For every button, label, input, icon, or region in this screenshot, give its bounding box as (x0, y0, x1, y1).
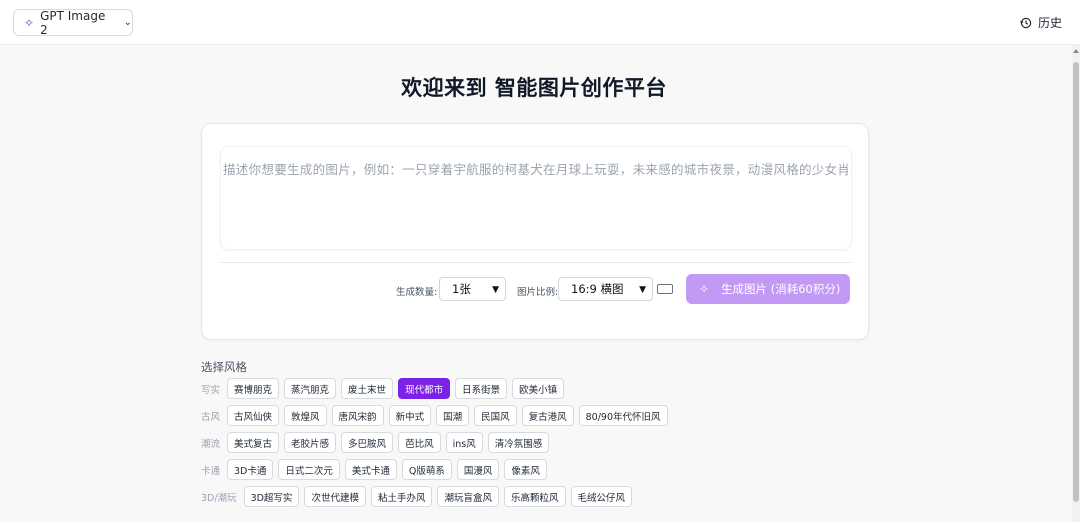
style-chip[interactable]: 国漫风 (456, 459, 500, 480)
style-chip[interactable]: 多巴胺风 (341, 432, 394, 453)
style-chip[interactable]: 赛博朋克 (227, 378, 280, 399)
style-chip[interactable]: 芭比风 (398, 432, 441, 453)
page-title: 欢迎来到 智能图片创作平台 (401, 76, 667, 100)
style-chip[interactable]: 蒸汽朋克 (284, 378, 337, 399)
style-chip[interactable]: 欧美小镇 (512, 378, 565, 399)
style-chip[interactable]: Q版萌系 (401, 459, 452, 480)
style-row: 卡通 3D卡通 日式二次元 美式卡通 Q版萌系 国漫风 像素风 (201, 459, 552, 480)
generate-button[interactable]: ✧ 生成图片 (消耗60积分) (686, 274, 850, 304)
style-chip[interactable]: 次世代建模 (304, 486, 366, 507)
style-chip[interactable]: 国潮 (436, 405, 470, 426)
style-category-label: 卡通 (201, 465, 221, 477)
style-chip[interactable]: ins风 (445, 432, 483, 453)
style-chip[interactable]: 复古港风 (521, 405, 574, 426)
prompt-card: 描述你想要生成的图片，例如：一只穿着宇航服的柯基犬在月球上玩耍，未来感的城市夜景… (201, 123, 869, 340)
style-row: 写实 赛博朋克 蒸汽朋克 废土末世 现代都市 日系街景 欧美小镇 (201, 378, 569, 399)
style-chip[interactable]: 像素风 (504, 459, 547, 480)
style-category-label: 3D/潮玩 (201, 492, 237, 504)
style-chip[interactable]: 日式二次元 (278, 459, 340, 480)
style-section-title: 选择风格 (201, 360, 247, 374)
sparkle-icon: ✧ (24, 15, 35, 30)
style-chip[interactable]: 3D超写实 (243, 486, 300, 507)
scrollbar-thumb[interactable] (1073, 62, 1079, 502)
style-chip[interactable]: 80/90年代怀旧风 (578, 405, 668, 426)
style-row: 潮流 美式复古 老胶片感 多巴胺风 芭比风 ins风 清冷氛围感 (201, 432, 554, 453)
style-chip[interactable]: 美式复古 (227, 432, 280, 453)
count-value: 1张 (452, 282, 471, 296)
style-chip[interactable]: 乐高颗粒风 (503, 486, 566, 507)
chevron-down-icon: ▼ (639, 285, 646, 295)
scroll-up-arrow[interactable] (1073, 49, 1079, 53)
chevron-down-icon: ▼ (492, 285, 499, 295)
top-bar: ✧ GPT Image 2 ⌄ 历史 (0, 0, 1080, 45)
aspect-ratio-icon (657, 284, 673, 294)
style-chip[interactable]: 新中式 (388, 405, 432, 426)
count-select[interactable]: 1张 ▼ (439, 277, 506, 301)
model-label: GPT Image 2 (40, 8, 106, 37)
style-chip[interactable]: 粘土手办风 (370, 486, 433, 507)
ratio-label: 图片比例: (517, 287, 559, 298)
style-chip[interactable]: 废土末世 (341, 378, 394, 399)
history-label: 历史 (1037, 16, 1062, 30)
style-chip[interactable]: 唐风宋韵 (331, 405, 384, 426)
style-chip[interactable]: 清冷氛围感 (487, 432, 550, 453)
style-chip[interactable]: 毛绒公仔风 (570, 486, 633, 507)
style-chip[interactable]: 3D卡通 (227, 459, 274, 480)
style-chip[interactable]: 古风仙侠 (227, 405, 280, 426)
style-row: 3D/潮玩 3D超写实 次世代建模 粘土手办风 潮玩盲盒风 乐高颗粒风 毛绒公仔风 (201, 486, 637, 507)
style-category-label: 潮流 (201, 438, 221, 450)
style-category-label: 古风 (201, 411, 221, 423)
style-chip[interactable]: 日系街景 (455, 378, 508, 399)
style-chip[interactable]: 潮玩盲盒风 (437, 486, 499, 507)
generate-label: 生成图片 (消耗60积分) (721, 282, 841, 296)
count-label: 生成数量: (396, 287, 438, 298)
sparkle-icon: ✧ (699, 282, 710, 296)
style-chip[interactable]: 美式卡通 (344, 459, 397, 480)
ratio-select[interactable]: 16:9 横图 ▼ (558, 277, 653, 301)
style-category-label: 写实 (201, 384, 221, 396)
ratio-value: 16:9 横图 (571, 282, 624, 296)
model-selector[interactable]: ✧ GPT Image 2 ⌄ (13, 8, 133, 37)
history-button[interactable]: 历史 (1020, 14, 1062, 31)
chevron-down-icon: ⌄ (123, 17, 132, 28)
style-chip[interactable]: 敦煌风 (284, 405, 327, 426)
style-row: 古风 古风仙侠 敦煌风 唐风宋韵 新中式 国潮 民国风 复古港风 80/90年代怀旧风 (201, 405, 673, 426)
prompt-textarea[interactable]: 描述你想要生成的图片，例如：一只穿着宇航服的柯基犬在月球上玩耍，未来感的城市夜景… (220, 146, 852, 250)
divider (220, 262, 852, 263)
style-chip[interactable]: 民国风 (474, 405, 517, 426)
style-chip[interactable]: 老胶片感 (284, 432, 337, 453)
history-icon (1020, 17, 1032, 28)
style-chip[interactable]: 现代都市 (398, 378, 451, 399)
